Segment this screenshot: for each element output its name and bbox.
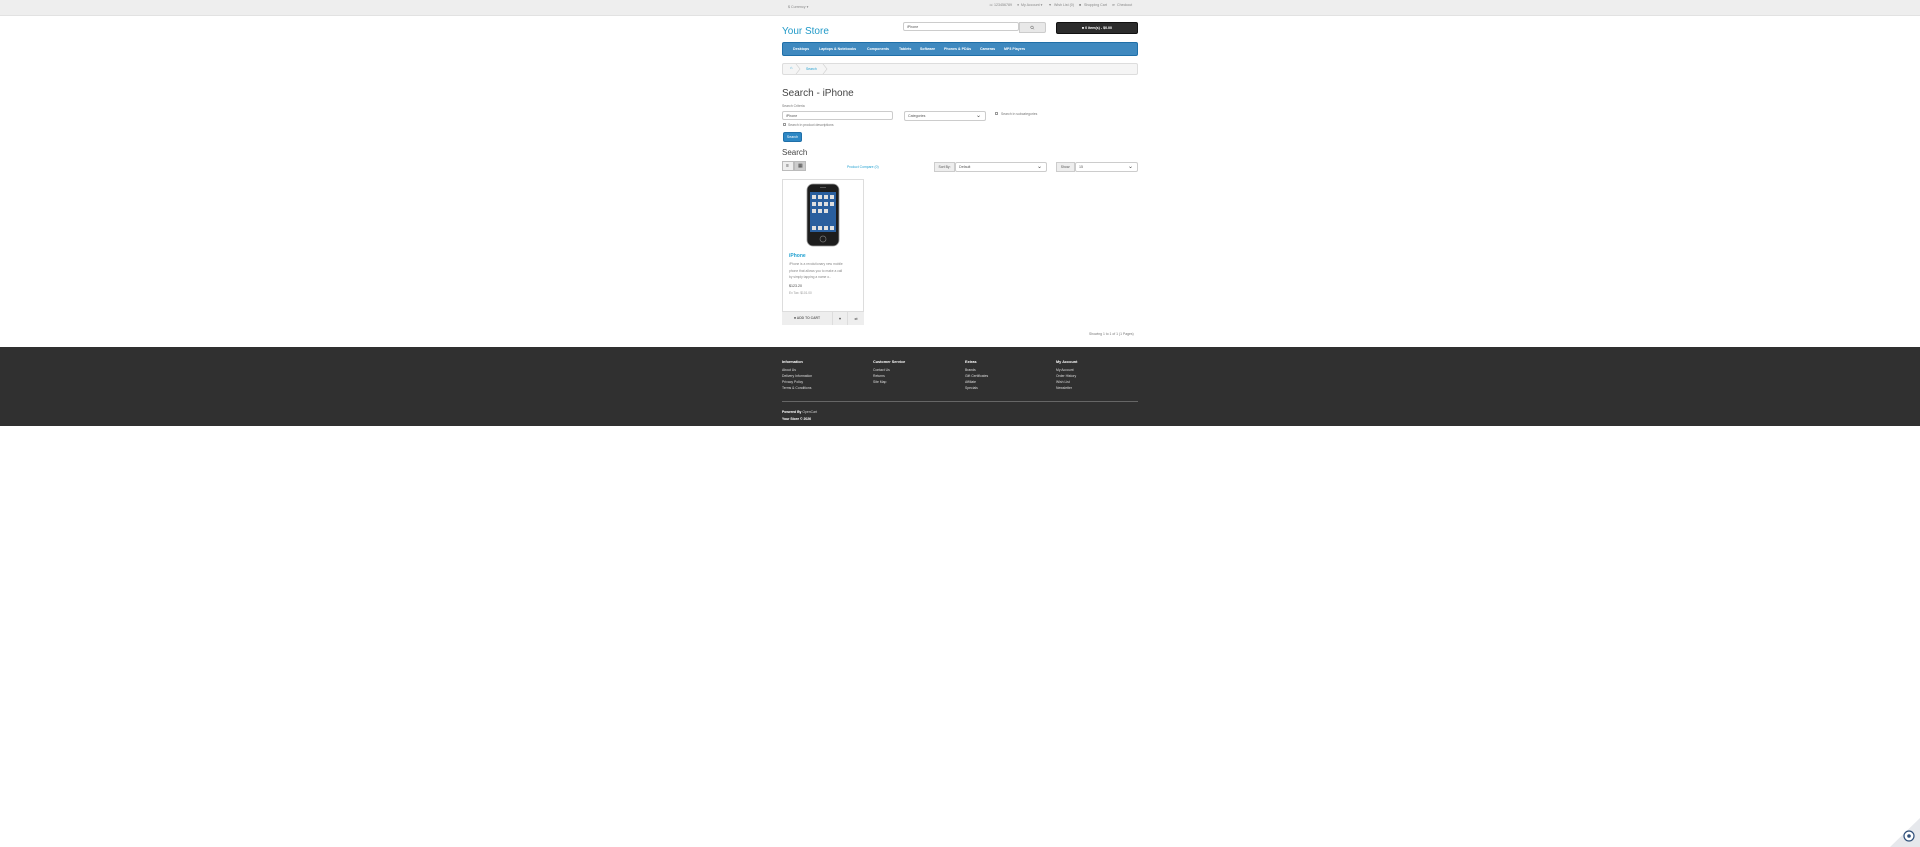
share-icon: ➦ — [1112, 3, 1116, 7]
pagination-results: Showing 1 to 1 of 1 (1 Pages) — [1089, 332, 1134, 336]
cart-icon: ■ — [1079, 3, 1082, 7]
footer-link[interactable]: Gift Certificates — [965, 374, 988, 378]
menu-item-cameras[interactable]: Cameras — [980, 43, 995, 55]
cart-button[interactable]: ■ 0 item(s) - $0.00 — [1056, 22, 1138, 34]
product-actions: ■ ADD TO CART ♥ ⇄ — [782, 311, 864, 325]
menu-item-desktops[interactable]: Desktops — [793, 43, 809, 55]
main-menu: Desktops Laptops & Notebooks Components … — [782, 42, 1138, 56]
grid-view-button[interactable]: ▦ — [794, 161, 806, 171]
product-ex-tax: Ex Tax: $101.00 — [789, 291, 812, 295]
footer-link[interactable]: Brands — [965, 368, 976, 372]
footer-link[interactable]: Wish List — [1056, 380, 1070, 384]
footer-link[interactable]: Contact Us — [873, 368, 890, 372]
menu-item-phones[interactable]: Phones & PDAs — [944, 43, 971, 55]
search-criteria-label: Search Criteria — [782, 104, 805, 108]
category-select-value: Categories — [908, 113, 926, 118]
breadcrumb: ⌂ Search — [782, 63, 1138, 75]
footer-heading-information: Information — [782, 360, 803, 364]
footer-link[interactable]: Terms & Conditions — [782, 386, 811, 390]
phone-link[interactable]: 123456789 — [994, 3, 1012, 7]
checkout-link[interactable]: Checkout — [1117, 3, 1132, 7]
heart-icon: ♥ — [838, 316, 842, 321]
sort-select-value: Default — [959, 164, 971, 169]
product-name[interactable]: iPhone — [789, 253, 806, 259]
product-compare-link[interactable]: Product Compare (0) — [847, 165, 879, 169]
shopping-cart-link[interactable]: Shopping Cart — [1084, 3, 1107, 7]
footer-heading-extras: Extras — [965, 360, 977, 364]
exchange-icon: ⇄ — [854, 316, 858, 321]
header-search-input[interactable] — [903, 22, 1019, 31]
corner-widget-icon[interactable] — [1890, 818, 1920, 847]
footer-heading-my-account: My Account — [1056, 360, 1078, 364]
search-button[interactable]: Search — [783, 132, 802, 142]
wish-list-link[interactable]: Wish List (0) — [1054, 3, 1074, 7]
copyright: Your Store © 2026 — [782, 417, 812, 421]
footer-link[interactable]: Affiliate — [965, 380, 976, 384]
limit-select-value: 15 — [1079, 164, 1083, 169]
list-view-button[interactable]: ≡ — [782, 161, 794, 171]
footer: Information About Us Delivery Informatio… — [0, 347, 1920, 426]
top-bar: $ Currency ▾ ☏ 123456789 ● My Account ▾ … — [0, 0, 1920, 16]
subcategories-label: Search in subcategories — [1001, 111, 1038, 116]
category-select[interactable]: Categories ⌄ — [904, 111, 986, 121]
heart-icon: ♥ — [1049, 3, 1052, 7]
product-price: $123.20 — [789, 284, 802, 288]
wishlist-button[interactable]: ♥ — [833, 312, 848, 325]
footer-link[interactable]: About Us — [782, 368, 796, 372]
description-checkbox[interactable] — [783, 123, 786, 126]
keyword-input[interactable]: iPhone — [782, 111, 893, 120]
menu-item-software[interactable]: Software — [920, 43, 935, 55]
opencart-link[interactable]: OpenCart — [802, 410, 817, 414]
search-icon — [1030, 25, 1035, 30]
results-title: Search — [782, 148, 808, 157]
compare-button[interactable]: ⇄ — [848, 312, 864, 325]
home-icon[interactable]: ⌂ — [790, 65, 792, 70]
powered-by: Powered By OpenCart — [782, 410, 817, 414]
sort-label: Sort By: — [934, 162, 955, 172]
menu-item-laptops[interactable]: Laptops & Notebooks — [819, 43, 856, 55]
list-icon: ≡ — [786, 163, 789, 169]
limit-select[interactable]: 15 ⌄ — [1075, 162, 1138, 172]
footer-link[interactable]: Newsletter — [1056, 386, 1072, 390]
chevron-down-icon: ⌄ — [975, 113, 981, 119]
grid-icon: ▦ — [798, 163, 803, 169]
header-search-button[interactable] — [1019, 22, 1046, 33]
powered-by-label: Powered By — [782, 410, 802, 414]
footer-link[interactable]: Order History — [1056, 374, 1076, 378]
footer-link[interactable]: Privacy Policy — [782, 380, 803, 384]
footer-link[interactable]: Specials — [965, 386, 978, 390]
chevron-down-icon: ⌄ — [1127, 164, 1133, 170]
footer-link[interactable]: Site Map — [873, 380, 886, 384]
chevron-down-icon: ⌄ — [1036, 164, 1042, 170]
cart-button-label: 0 item(s) - $0.00 — [1085, 26, 1113, 30]
subcategories-checkbox[interactable] — [995, 112, 998, 115]
menu-item-tablets[interactable]: Tablets — [899, 43, 911, 55]
add-to-cart-button[interactable]: ■ ADD TO CART — [782, 312, 833, 325]
user-icon: ● — [1017, 3, 1020, 7]
description-label: Search in product descriptions — [788, 122, 834, 127]
keyword-input-value: iPhone — [786, 113, 798, 118]
store-logo[interactable]: Your Store — [782, 26, 829, 38]
footer-link[interactable]: Delivery Information — [782, 374, 812, 378]
product-description-line: by simply tapping a name o.. — [789, 275, 831, 279]
my-account-dropdown[interactable]: My Account ▾ — [1021, 3, 1042, 7]
product-image[interactable] — [806, 183, 840, 247]
footer-divider — [782, 401, 1138, 402]
sort-select[interactable]: Default ⌄ — [955, 162, 1047, 172]
page-title: Search - iPhone — [782, 88, 854, 99]
footer-link[interactable]: Returns — [873, 374, 885, 378]
phone-icon: ☏ — [989, 3, 994, 7]
breadcrumb-search[interactable]: Search — [806, 67, 817, 71]
footer-link[interactable]: My Account — [1056, 368, 1074, 372]
currency-dropdown[interactable]: $ Currency ▾ — [788, 5, 808, 9]
show-label: Show: — [1056, 162, 1075, 172]
menu-item-components[interactable]: Components — [867, 43, 889, 55]
add-to-cart-label: ADD TO CART — [796, 316, 821, 320]
footer-heading-customer-service: Customer Service — [873, 360, 906, 364]
menu-item-mp3[interactable]: MP3 Players — [1004, 43, 1025, 55]
